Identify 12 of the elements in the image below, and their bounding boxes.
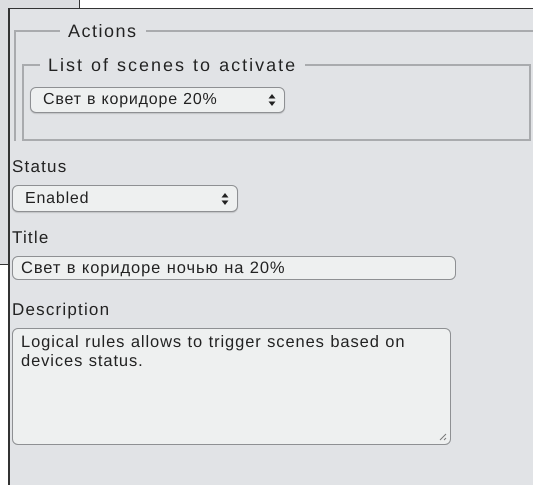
scene-dropdown[interactable]: Свет в коридоре 20% [30,87,285,113]
status-dropdown[interactable]: Enabled [12,185,238,212]
section-legend: List of scenes to activate [40,55,306,75]
updown-arrows-icon [221,192,229,206]
title-field[interactable]: Свет в коридоре ночью на 20% [12,256,456,280]
description-field[interactable]: Logical rules allows to trigger scenes based on devices status. [12,328,451,445]
updown-arrows-icon [268,93,276,107]
field-label: Title [12,228,50,248]
resize-grip-icon[interactable] [438,432,447,441]
field-label: Description [12,300,112,320]
field-label: Status [12,157,68,177]
section-legend: Actions [60,21,146,41]
